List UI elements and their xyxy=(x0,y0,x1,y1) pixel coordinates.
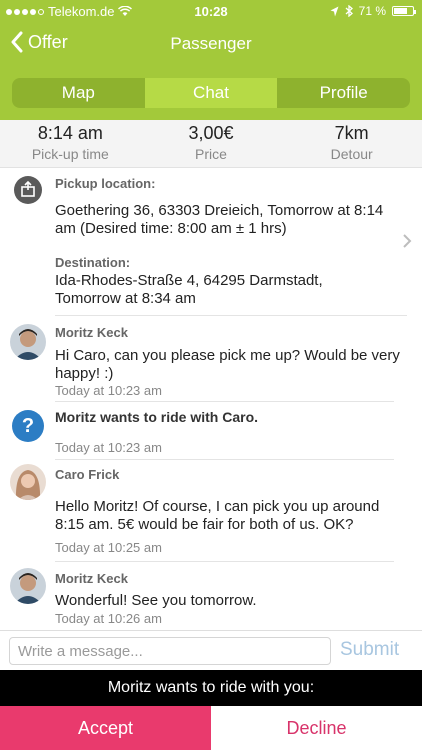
status-bar: Telekom.de 10:28 71 % xyxy=(0,0,422,22)
tab-profile[interactable]: Profile xyxy=(277,78,410,108)
destination-address: Ida-Rhodes-Straße 4, 64295 Darmstadt, To… xyxy=(55,272,323,307)
segmented-control: Map Chat Profile xyxy=(12,78,410,108)
system-message-text: Moritz wants to ride with Caro. xyxy=(55,409,259,425)
chevron-right-icon xyxy=(403,234,412,248)
avatar-caro xyxy=(10,464,46,500)
pickup-time-label: Pick-up time xyxy=(31,146,109,162)
message-row: Moritz Keck Wonderful! See you tomorrow.… xyxy=(0,562,422,630)
system-message-row: ? Moritz wants to ride with Caro. Today … xyxy=(0,402,422,460)
battery-icon xyxy=(392,6,416,16)
price-label: Price xyxy=(195,146,227,162)
avatar-moritz xyxy=(10,324,46,360)
ride-summary: 8:14 am Pick-up time 3,00€ Price 7km Det… xyxy=(0,120,422,168)
message-row: Caro Frick Hello Moritz! Of course, I ca… xyxy=(0,460,422,562)
message-input[interactable] xyxy=(9,637,331,665)
pickup-time-summary: 8:14 am Pick-up time xyxy=(0,120,141,167)
pickup-address: Goethering 36, 63303 Dreieich, Tomorrow … xyxy=(55,202,384,237)
request-actions: Accept Decline xyxy=(0,706,422,750)
app-header: Telekom.de 10:28 71 % Offer Passenger Ma… xyxy=(0,0,422,120)
avatar-moritz xyxy=(10,568,46,604)
message-time: Today at 10:23 am xyxy=(55,440,162,455)
message-text: Hi Caro, can you please pick me up? Woul… xyxy=(55,347,400,382)
chat-feed[interactable]: Pickup location: Goethering 36, 63303 Dr… xyxy=(0,168,422,630)
bluetooth-icon xyxy=(345,5,353,17)
message-time: Today at 10:25 am xyxy=(55,540,162,555)
detour-summary: 7km Detour xyxy=(281,120,422,167)
pickup-label: Pickup location: xyxy=(55,176,156,191)
navigation-bar: Offer Passenger xyxy=(0,22,422,66)
destination-label: Destination: xyxy=(55,255,131,270)
page-title: Passenger xyxy=(170,34,252,53)
trip-details-row[interactable]: Pickup location: Goethering 36, 63303 Dr… xyxy=(0,168,422,316)
sender-name: Moritz Keck xyxy=(55,571,128,586)
question-icon: ? xyxy=(12,410,44,442)
detour-label: Detour xyxy=(330,146,373,162)
decline-button[interactable]: Decline xyxy=(211,706,422,750)
ride-request-banner: Moritz wants to ride with you: xyxy=(0,670,422,706)
message-composer: Submit xyxy=(0,630,422,670)
message-time: Today at 10:23 am xyxy=(55,383,162,398)
location-icon xyxy=(14,176,42,204)
sender-name: Caro Frick xyxy=(55,467,120,482)
message-text: Wonderful! See you tomorrow. xyxy=(55,592,257,609)
tab-map[interactable]: Map xyxy=(12,78,145,108)
pickup-time-value: 8:14 am xyxy=(37,123,103,143)
price-summary: 3,00€ Price xyxy=(141,120,282,167)
location-arrow-icon xyxy=(330,6,339,16)
submit-button[interactable]: Submit xyxy=(340,639,399,661)
message-row: Moritz Keck Hi Caro, can you please pick… xyxy=(0,316,422,402)
price-value: 3,00€ xyxy=(188,123,234,143)
sender-name: Moritz Keck xyxy=(55,325,128,340)
message-time: Today at 10:26 am xyxy=(55,611,162,626)
tab-chat[interactable]: Chat xyxy=(144,78,278,108)
message-text: Hello Moritz! Of course, I can pick you … xyxy=(55,498,380,533)
accept-button[interactable]: Accept xyxy=(0,706,211,750)
detour-value: 7km xyxy=(334,123,369,143)
battery-percent: 71 % xyxy=(358,4,386,18)
